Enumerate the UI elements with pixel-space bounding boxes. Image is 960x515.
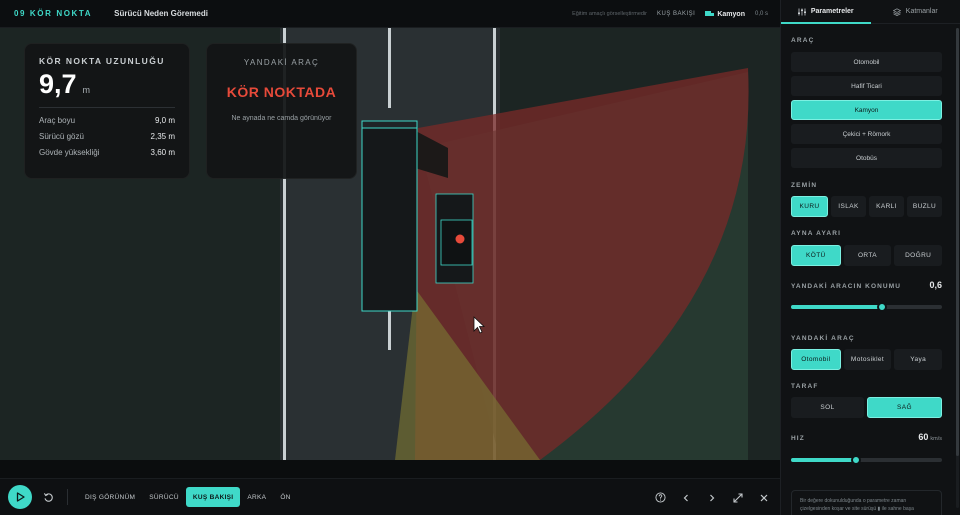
view-driver-button[interactable]: SÜRÜCÜ [142,487,186,507]
ground-section-title: ZEMİN [791,182,818,189]
chevron-left-icon [683,494,688,501]
speed-slider-handle[interactable] [851,455,861,465]
mirror-selector: KÖTÜ ORTA DOĞRU [791,245,943,266]
side-vehicle-section-title: YANDAKİ ARAÇ [791,335,855,342]
ground-wet[interactable]: ISLAK [831,196,866,217]
stat-row: Sürücü gözü 2,35 m [39,132,175,141]
position-value: 0,6 [929,280,942,290]
side-vehicle-selector: Otomobil Motosiklet Yaya [791,349,943,370]
side-vehicle-card: YANDAKİ ARAÇ KÖR NOKTADA Ne aynada ne ca… [206,43,357,179]
side-car-option[interactable]: Otomobil [791,349,841,370]
view-birdseye-button[interactable]: KUŞ BAKIŞI [185,487,241,507]
help-icon [654,492,666,503]
truck [361,120,418,312]
reset-icon [43,492,53,502]
position-slider-handle[interactable] [877,302,887,312]
settings-panel: Parametreler Katmanlar ARAÇ Otomobil Haf… [780,0,960,515]
ground-dry[interactable]: KURU [791,196,828,217]
expand-icon [733,492,743,503]
current-vehicle-label: Kamyon [717,10,745,18]
page-subtitle: Sürücü Neden Göremedi [114,9,208,18]
edu-hint: Eğitim amaçlı görselleştirmedir [572,11,647,17]
play-button[interactable] [8,485,32,509]
help-note: Bir değere dokunulduğunda o parametre za… [791,490,942,515]
speed-value: 60 [918,432,929,442]
blind-spot-status: KÖR NOKTADA [226,84,337,100]
speed-readout: 60 km/s [918,432,942,442]
stat-row: Gövde yüksekliği 3,60 m [39,148,175,157]
blind-spot-length-unit: m [82,85,91,95]
view-front-button[interactable]: ÖN [273,487,297,507]
direction-section-title: TARAF [791,383,819,390]
panel-scrollbar[interactable] [956,28,959,508]
prev-button[interactable] [680,492,692,504]
help-button[interactable] [654,492,666,504]
ground-snowy[interactable]: KARLI [869,196,904,217]
position-label: YANDAKİ ARACIN KONUMU [791,283,902,290]
bottom-toolbar: DIŞ GÖRÜNÜM SÜRÜCÜ KUŞ BAKIŞI ARKA ÖN [0,478,780,515]
position-slider[interactable] [791,302,942,312]
mirror-bad[interactable]: KÖTÜ [791,245,841,266]
side-vehicle-label: YANDAKİ ARAÇ [243,58,320,67]
blind-spot-desc: Ne aynada ne camda görünüyor [231,115,332,122]
current-vehicle: Kamyon [705,10,745,18]
vehicle-option-truck[interactable]: Kamyon [791,100,942,120]
truck-icon [705,10,715,18]
vehicle-option-tractor-trailer[interactable]: Çekici + Römork [791,124,942,144]
reset-button[interactable] [41,490,55,504]
blind-spot-length-card: KÖR NOKTA UZUNLUĞU 9,7 m Araç boyu 9,0 m… [24,43,190,179]
side-car-marker [455,234,465,244]
scene-viewport[interactable]: KÖR NOKTA UZUNLUĞU 9,7 m Araç boyu 9,0 m… [0,28,780,460]
mirror-section-title: AYNA AYARI [791,230,842,237]
ground-selector: KURU ISLAK KARLI BUZLU [791,196,942,217]
speed-label: HIZ [791,435,805,442]
speed-unit: km/s [930,436,942,442]
ground-icy[interactable]: BUZLU [907,196,942,217]
tab-layers[interactable]: Katmanlar [871,0,960,23]
lane-divider [388,28,391,108]
next-button[interactable] [706,492,718,504]
fullscreen-button[interactable] [732,492,744,504]
vehicle-option-bus[interactable]: Otobüs [791,148,942,168]
close-button[interactable] [758,492,770,504]
top-bar: 09 KÖR NOKTA Sürücü Neden Göremedi Eğiti… [0,0,780,28]
vehicle-option-van[interactable]: Hafif Ticari [791,76,942,96]
speed-slider-header: HIZ 60 km/s [791,432,942,442]
stat-row: Araç boyu 9,0 m [39,116,175,125]
chevron-right-icon [710,494,715,501]
blind-spot-length-label: KÖR NOKTA UZUNLUĞU [39,56,165,66]
mirror-correct[interactable]: DOĞRU [894,245,943,266]
view-rear-button[interactable]: ARKA [240,487,273,507]
timer: 0,0 s [754,11,768,17]
tab-parameters[interactable]: Parametreler [781,0,871,23]
play-icon [16,492,25,502]
current-view-label: KUŞ BAKIŞI [657,11,696,17]
blind-spot-length-value: 9,7 [39,69,77,99]
direction-left[interactable]: SOL [791,397,864,418]
layers-icon [892,7,901,16]
speed-slider[interactable] [791,455,942,465]
view-exterior-button[interactable]: DIŞ GÖRÜNÜM [78,487,142,507]
position-slider-header: YANDAKİ ARACIN KONUMU 0,6 [791,280,942,290]
module-title: 09 KÖR NOKTA [14,9,93,18]
side-motorcycle-option[interactable]: Motosiklet [843,349,892,370]
sliders-icon [797,8,806,15]
vehicle-option-car[interactable]: Otomobil [791,52,942,72]
mirror-medium[interactable]: ORTA [843,245,892,266]
close-icon [760,494,768,501]
side-pedestrian-option[interactable]: Yaya [894,349,943,370]
vehicle-section-title: ARAÇ [791,37,815,44]
direction-selector: SOL SAĞ [791,397,942,418]
direction-right[interactable]: SAĞ [867,397,942,418]
